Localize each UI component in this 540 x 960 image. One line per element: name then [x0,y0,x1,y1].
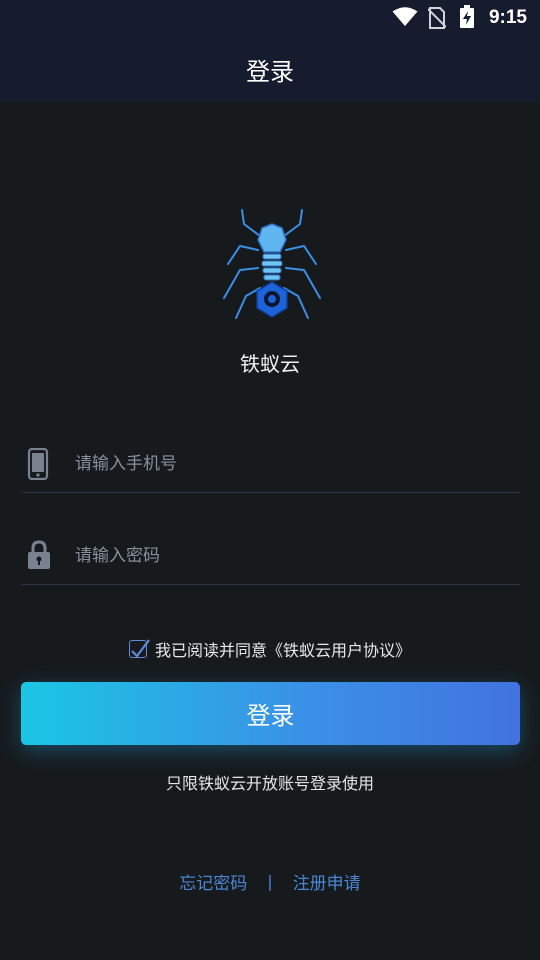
agreement-checkbox[interactable] [128,639,150,658]
status-time: 9:15 [488,7,527,28]
agreement-text[interactable]: 我已阅读并同意《铁蚁云用户协议》 [155,637,411,661]
app-name: 铁蚁云 [240,352,300,376]
agreement-row: 我已阅读并同意《铁蚁云用户协议》 [0,636,540,662]
lock-icon [28,540,50,569]
register-link[interactable]: 注册申请 [293,869,361,894]
password-field [21,528,520,585]
footer-links: 忘记密码 | 注册申请 [0,868,540,894]
battery-charging-icon [460,5,474,28]
ant-logo [223,209,321,319]
page-title: 登录 [246,58,294,86]
wifi-icon [392,7,418,26]
check-icon [131,639,150,657]
phone-field [21,436,520,493]
phone-icon [27,448,49,480]
login-button[interactable]: 登录 [21,682,520,745]
status-bar: 9:15 [0,0,540,36]
login-notice: 只限铁蚁云开放账号登录使用 [165,774,374,793]
link-separator: | [267,871,273,891]
no-sim-icon [428,7,446,29]
forgot-password-link[interactable]: 忘记密码 [179,869,247,894]
login-screen: 9:15 登录 铁蚁云 请输入手机号 我已阅读并同意《铁蚁云用户协议》 登录 只… [0,0,540,960]
password-input[interactable] [75,528,495,584]
app-header: 9:15 登录 [0,0,540,102]
phone-input[interactable] [75,436,495,492]
